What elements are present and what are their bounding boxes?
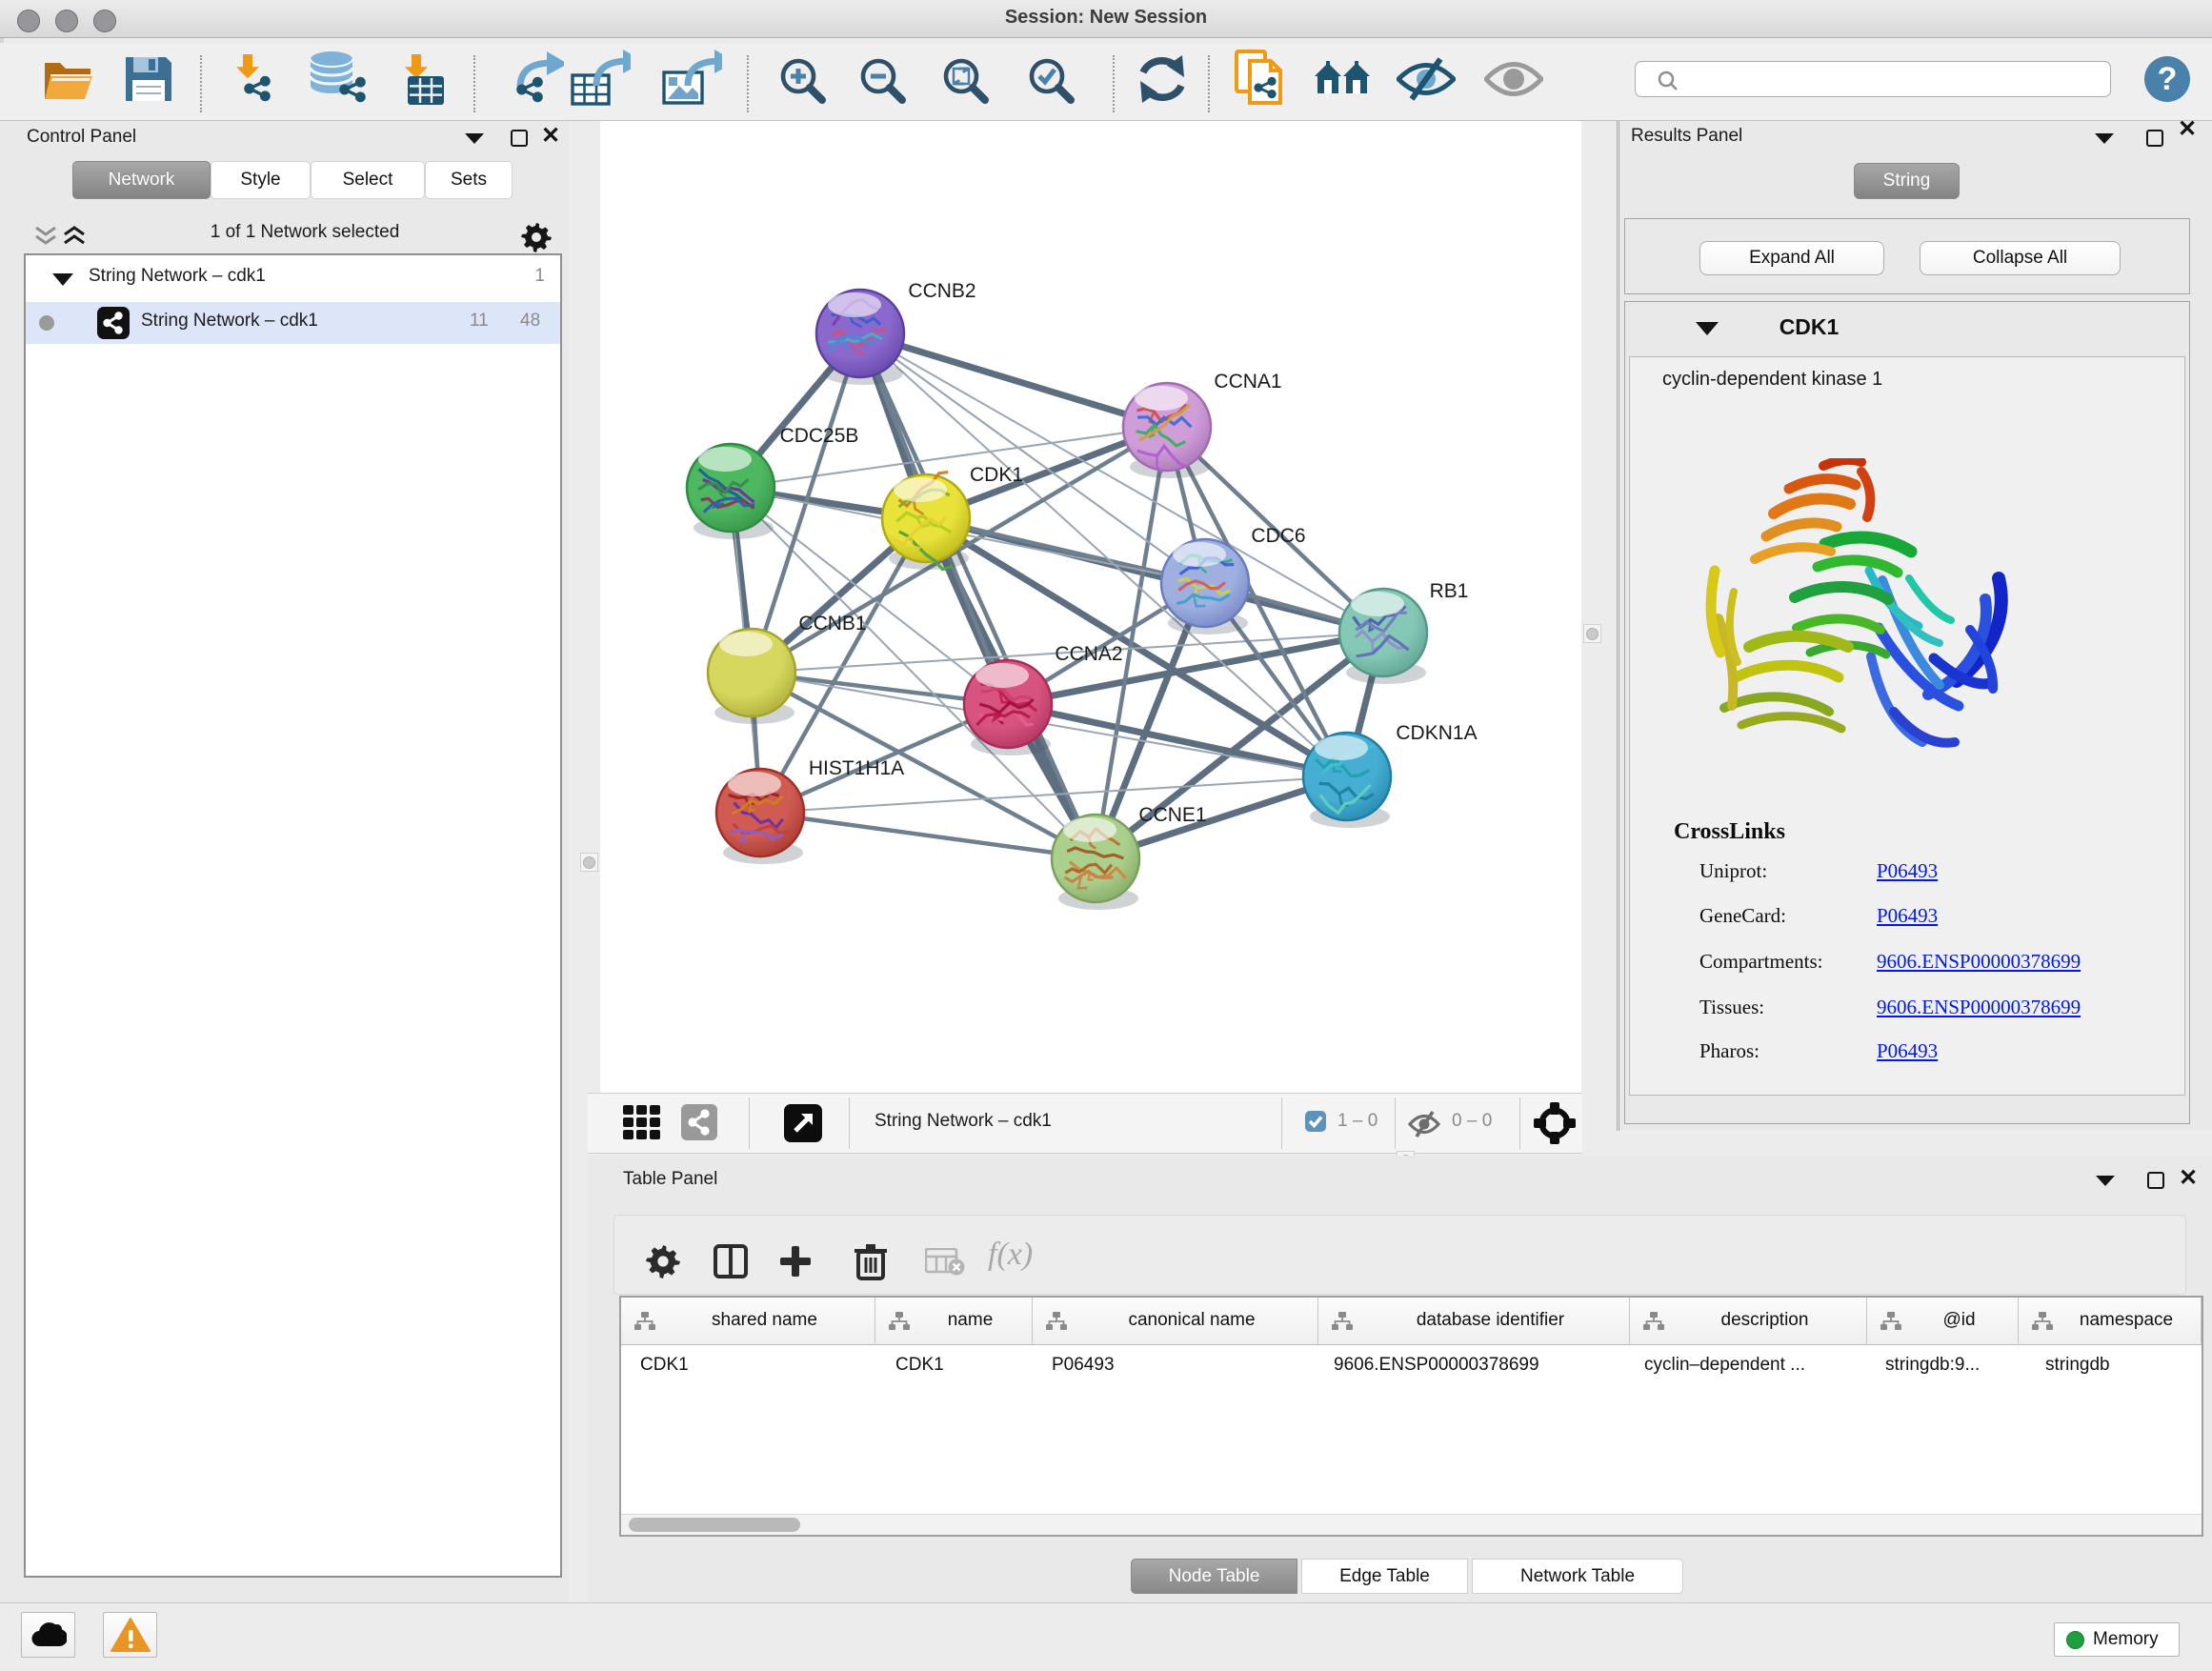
svg-text:CDK1: CDK1	[970, 464, 1023, 486]
svg-text:CCNB2: CCNB2	[908, 280, 975, 302]
svg-text:CDC25B: CDC25B	[780, 425, 859, 447]
svg-text:CDC6: CDC6	[1251, 525, 1305, 547]
svg-text:CDKN1A: CDKN1A	[1396, 722, 1477, 744]
svg-text:CCNE1: CCNE1	[1138, 804, 1206, 826]
svg-text:CCNB1: CCNB1	[798, 613, 866, 634]
svg-text:CCNA2: CCNA2	[1055, 643, 1122, 665]
svg-text:RB1: RB1	[1430, 580, 1469, 602]
svg-text:?: ?	[2158, 61, 2178, 97]
svg-text:HIST1H1A: HIST1H1A	[809, 757, 904, 779]
svg-text:CCNA1: CCNA1	[1214, 371, 1281, 393]
